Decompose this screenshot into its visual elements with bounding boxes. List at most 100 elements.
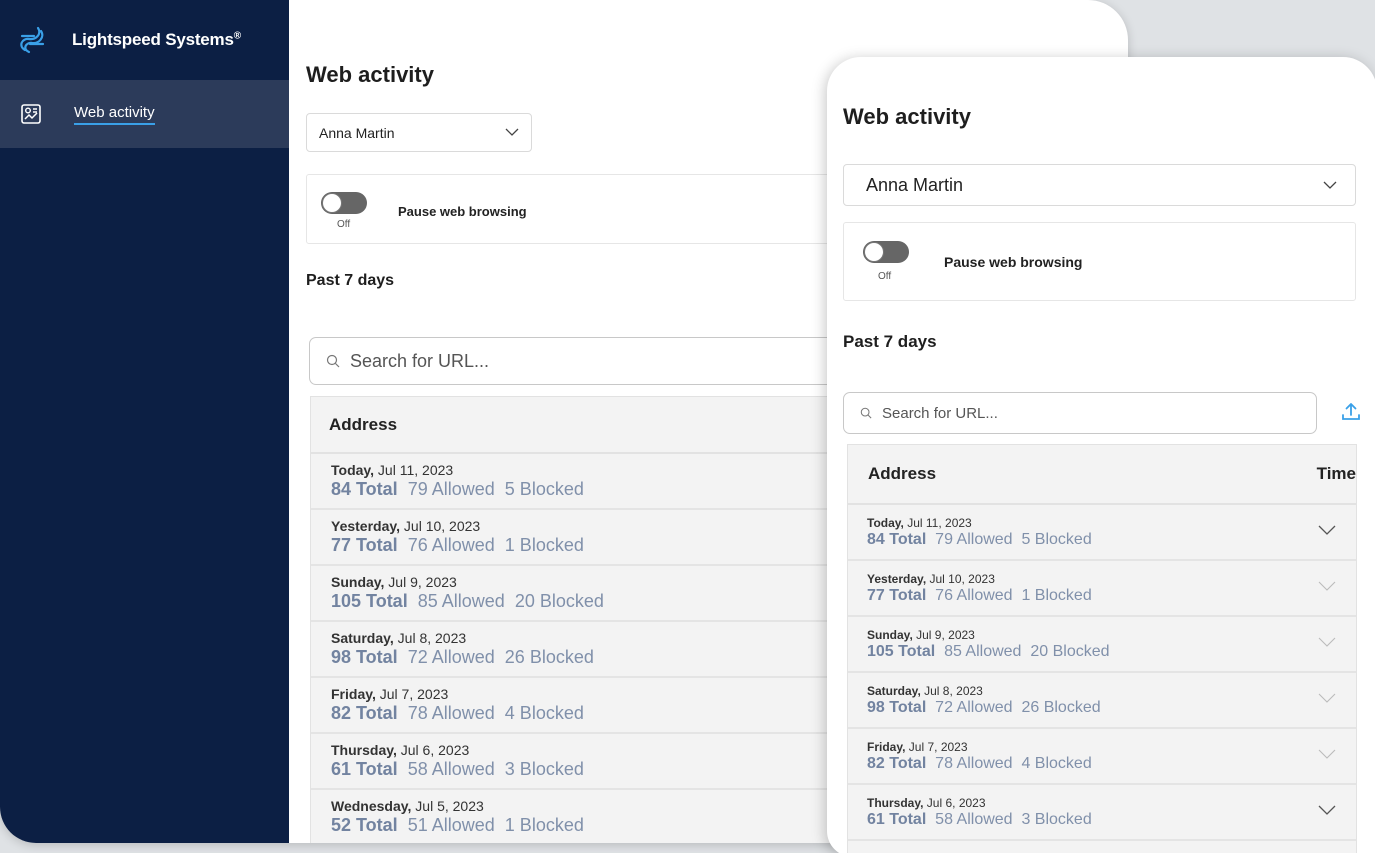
row-stats: 84 Total 79 Allowed 5 Blocked — [867, 531, 1356, 549]
activity-table: Address Time Today, Jul 11, 2023 84 Tota… — [847, 444, 1357, 853]
table-row[interactable]: Yesterday, Jul 10, 2023 77 Total 76 Allo… — [848, 561, 1356, 617]
row-allowed: 79 Allowed — [407, 479, 495, 499]
row-day: Yesterday, — [867, 572, 927, 586]
row-stats: 52 Total 51 Allowed 1 Blocked — [331, 815, 869, 836]
table-row[interactable]: Wednesday, Jul 5, 2023 52 Total 51 Allow… — [311, 790, 869, 843]
chevron-down-icon[interactable] — [1318, 748, 1336, 760]
table-row[interactable]: Friday, Jul 7, 2023 82 Total 78 Allowed … — [311, 678, 869, 734]
student-select[interactable]: Anna Martin — [843, 164, 1356, 206]
search-input[interactable]: Search for URL... — [309, 337, 869, 385]
row-date: Sunday, Jul 9, 2023 — [867, 628, 1356, 642]
row-total: 84 Total — [331, 479, 398, 499]
row-date-text: Jul 11, 2023 — [374, 462, 454, 478]
activity-table: Address Today, Jul 11, 2023 84 Total 79 … — [310, 396, 870, 843]
chevron-down-icon[interactable] — [1318, 692, 1336, 704]
period-heading: Past 7 days — [843, 332, 937, 351]
row-stats: 98 Total 72 Allowed 26 Blocked — [867, 699, 1356, 717]
table-row[interactable]: Saturday, Jul 8, 2023 98 Total 72 Allowe… — [848, 673, 1356, 729]
student-select[interactable]: Anna Martin — [306, 113, 532, 152]
export-upload-icon[interactable] — [1339, 400, 1363, 424]
toggle-state-label: Off — [337, 219, 351, 230]
table-row[interactable]: Thursday, Jul 6, 2023 61 Total 58 Allowe… — [311, 734, 869, 790]
row-date-text: Jul 11, 2023 — [903, 516, 972, 530]
chevron-down-icon — [1323, 181, 1337, 189]
row-day: Sunday, — [331, 574, 385, 590]
row-date: Wednesday, Jul 5, 2023 — [331, 798, 869, 814]
pause-browsing-card: Off Pause web browsing — [306, 174, 866, 244]
pause-toggle[interactable] — [863, 241, 909, 263]
row-allowed: 78 Allowed — [407, 703, 495, 723]
chevron-down-icon[interactable] — [1318, 804, 1336, 816]
pause-label: Pause web browsing — [398, 204, 527, 219]
row-blocked: 3 Blocked — [1021, 811, 1092, 828]
row-allowed: 76 Allowed — [935, 587, 1013, 604]
row-total: 61 Total — [867, 811, 927, 828]
row-date-text: Jul 8, 2023 — [920, 684, 983, 698]
row-total: 77 Total — [331, 535, 398, 555]
row-stats: 77 Total 76 Allowed 1 Blocked — [331, 535, 869, 556]
row-date-text: Jul 5, 2023 — [411, 798, 484, 814]
row-day: Sunday, — [867, 628, 913, 642]
row-day: Thursday, — [331, 742, 397, 758]
chevron-down-icon[interactable] — [1318, 636, 1336, 648]
row-day: Today, — [867, 516, 904, 530]
row-total: 105 Total — [867, 643, 936, 660]
pause-toggle[interactable] — [321, 192, 367, 214]
row-total: 82 Total — [867, 755, 927, 772]
page-title: Web activity — [843, 104, 971, 129]
row-day: Wednesday, — [331, 798, 412, 814]
row-day: Saturday, — [867, 684, 921, 698]
row-date-text: Jul 10, 2023 — [400, 518, 481, 534]
chevron-down-icon[interactable] — [1318, 524, 1336, 536]
row-date: Saturday, Jul 8, 2023 — [331, 630, 869, 646]
table-row[interactable]: Friday, Jul 7, 2023 82 Total 78 Allowed … — [848, 729, 1356, 785]
row-stats: 61 Total 58 Allowed 3 Blocked — [867, 811, 1356, 829]
period-heading: Past 7 days — [306, 272, 395, 289]
row-total: 77 Total — [867, 587, 927, 604]
row-stats: 105 Total 85 Allowed 20 Blocked — [867, 643, 1356, 661]
table-row[interactable]: Thursday, Jul 6, 2023 61 Total 58 Allowe… — [848, 785, 1356, 841]
chevron-down-icon — [505, 128, 519, 136]
table-row[interactable]: Yesterday, Jul 10, 2023 77 Total 76 Allo… — [311, 510, 869, 566]
toggle-state-label: Off — [878, 271, 892, 282]
row-date-text: Jul 7, 2023 — [375, 686, 449, 702]
row-blocked: 20 Blocked — [514, 591, 604, 611]
row-allowed: 78 Allowed — [935, 755, 1013, 772]
table-row[interactable]: Sunday, Jul 9, 2023 105 Total 85 Allowed… — [311, 566, 869, 622]
table-row[interactable]: Sunday, Jul 9, 2023 105 Total 85 Allowed… — [848, 617, 1356, 673]
row-allowed: 58 Allowed — [935, 811, 1013, 828]
table-row[interactable]: Today, Jul 11, 2023 84 Total 79 Allowed … — [848, 505, 1356, 561]
brand-registered-mark: ® — [233, 30, 241, 42]
row-total: 82 Total — [331, 703, 398, 723]
row-date: Sunday, Jul 9, 2023 — [331, 574, 869, 590]
table-row[interactable]: Saturday, Jul 8, 2023 98 Total 72 Allowe… — [311, 622, 869, 678]
row-day: Yesterday, — [331, 518, 401, 534]
search-icon — [860, 407, 872, 419]
row-blocked: 1 Blocked — [504, 815, 584, 835]
row-day: Friday, — [331, 686, 376, 702]
row-blocked: 5 Blocked — [1021, 531, 1092, 548]
sidebar-item-web-activity[interactable]: Web activity — [0, 80, 289, 148]
row-stats: 61 Total 58 Allowed 3 Blocked — [331, 759, 869, 780]
column-header-address: Address — [311, 397, 869, 454]
row-allowed: 58 Allowed — [407, 759, 495, 779]
row-allowed: 85 Allowed — [944, 643, 1022, 660]
row-blocked: 26 Blocked — [504, 647, 594, 667]
row-date: Thursday, Jul 6, 2023 — [867, 796, 1356, 810]
chevron-down-icon[interactable] — [1318, 580, 1336, 592]
student-select-value: Anna Martin — [319, 124, 395, 141]
search-input[interactable]: Search for URL... — [843, 392, 1317, 434]
table-row[interactable]: Today, Jul 11, 2023 84 Total 79 Allowed … — [311, 454, 869, 510]
row-allowed: 79 Allowed — [935, 531, 1013, 548]
row-stats: 98 Total 72 Allowed 26 Blocked — [331, 647, 869, 668]
row-blocked: 26 Blocked — [1021, 699, 1101, 716]
brand-text: Lightspeed Systems — [72, 30, 234, 49]
activity-chart-icon — [21, 104, 41, 124]
row-date: Thursday, Jul 6, 2023 — [331, 742, 869, 758]
row-day: Today, — [331, 462, 375, 478]
front-window: Web activity Anna Martin Off Pause web b… — [827, 57, 1375, 853]
column-header-time: Time — [1316, 464, 1356, 483]
page-title: Web activity — [306, 62, 434, 87]
row-date: Yesterday, Jul 10, 2023 — [867, 572, 1356, 586]
row-blocked: 4 Blocked — [1021, 755, 1092, 772]
